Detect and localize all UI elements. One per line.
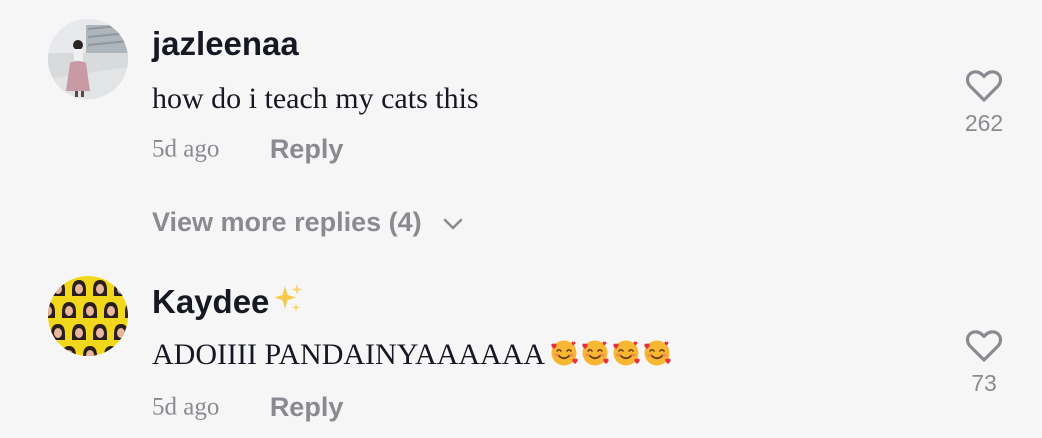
emoji-group	[549, 338, 673, 377]
comment-username[interactable]: Kaydee	[152, 282, 305, 322]
sparkles-icon	[274, 284, 303, 312]
comment-meta: 5d ago Reply	[152, 134, 343, 165]
smiling-face-with-hearts-icon	[644, 340, 671, 366]
view-more-replies-button[interactable]: View more replies (4)	[152, 207, 463, 238]
username-text: Kaydee	[152, 283, 270, 320]
comment-time: 5d ago	[152, 135, 220, 163]
smiling-face-with-hearts-icon	[613, 340, 640, 366]
comment-username[interactable]: jazleenaa	[152, 24, 299, 64]
comment-text-content: ADOIIII PANDAINYAAAAAA	[152, 338, 546, 371]
reply-button[interactable]: Reply	[270, 392, 344, 422]
smiling-face-with-hearts-icon	[582, 340, 609, 366]
avatar-image	[48, 19, 128, 99]
avatar-image	[48, 276, 128, 356]
view-more-label: View more replies (4)	[152, 207, 422, 237]
like-count: 262	[964, 110, 1004, 136]
comment-text: ADOIIII PANDAINYAAAAAA	[152, 337, 673, 377]
comment-time: 5d ago	[152, 393, 220, 421]
comment-text: how do i teach my cats this	[152, 82, 479, 115]
heart-icon	[965, 70, 1003, 102]
avatar[interactable]	[48, 19, 128, 99]
like-button[interactable]: 73	[954, 328, 1014, 397]
username-text: jazleenaa	[152, 25, 299, 62]
heart-icon	[965, 330, 1003, 362]
reply-button[interactable]: Reply	[270, 134, 344, 164]
smiling-face-with-hearts-icon	[551, 340, 578, 366]
comment-meta: 5d ago Reply	[152, 392, 343, 423]
like-count: 73	[971, 370, 997, 396]
avatar[interactable]	[48, 276, 128, 356]
chevron-down-icon	[443, 218, 463, 230]
comment-item: jazleenaa how do i teach my cats this 5d…	[0, 0, 1042, 200]
comment-item: Kaydee ADOIIII PANDAINYAAAAAA 5d ago Rep…	[0, 270, 1042, 438]
like-button[interactable]: 262	[954, 68, 1014, 137]
